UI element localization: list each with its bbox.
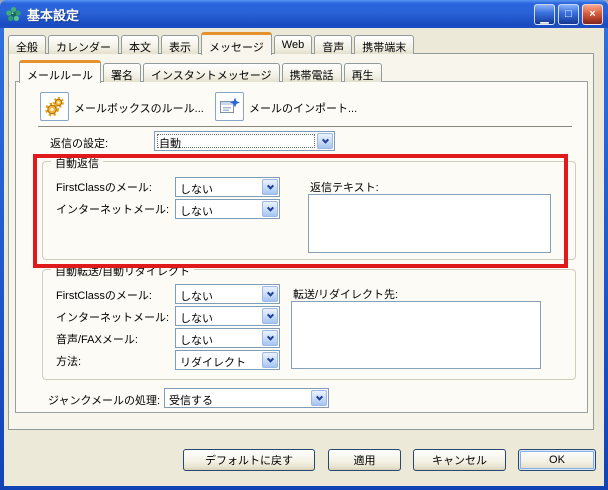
- cancel-button[interactable]: キャンセル: [413, 449, 506, 471]
- junk-mail-select[interactable]: 受信する: [164, 388, 329, 408]
- tab-display[interactable]: 表示: [161, 35, 199, 54]
- auto-reply-internet-select[interactable]: しない: [175, 199, 280, 219]
- internet-mail-label: インターネットメール:: [56, 201, 169, 217]
- reply-setting-label: 返信の設定:: [50, 135, 108, 151]
- chevron-down-icon[interactable]: [311, 390, 327, 406]
- forward-voicefax-select[interactable]: しない: [175, 328, 280, 348]
- tab-instant-message[interactable]: インスタントメッセージ: [143, 63, 280, 82]
- auto-reply-group-title: 自動返信: [51, 155, 103, 171]
- close-button[interactable]: ×: [582, 4, 603, 25]
- inner-tab-strip: メールルール 署名 インスタントメッセージ 携帯電話 再生: [19, 58, 384, 82]
- outer-tab-strip: 全般 カレンダー 本文 表示 メッセージ Web 音声 携帯端末: [8, 31, 416, 54]
- app-icon: [5, 6, 22, 23]
- restore-defaults-label: デフォルトに戻す: [205, 452, 293, 468]
- mail-import-label[interactable]: メールのインポート...: [249, 100, 357, 116]
- auto-forward-group-title: 自動転送/自動リダイレクト: [51, 263, 194, 279]
- voice-fax-mail-label: 音声/FAXメール:: [56, 331, 138, 347]
- mail-import-button[interactable]: [215, 92, 244, 121]
- auto-reply-group: 自動返信 FirstClassのメール: しない インターネットメール: しない…: [42, 161, 576, 260]
- maximize-icon: □: [565, 8, 572, 20]
- mailbox-rules-button[interactable]: [40, 92, 69, 121]
- minimize-icon: ▁: [540, 11, 548, 24]
- focus-rect: [157, 134, 315, 148]
- auto-reply-firstclass-value: しない: [180, 181, 213, 197]
- chevron-down-icon[interactable]: [262, 201, 278, 217]
- tab-body-text[interactable]: 本文: [121, 35, 159, 54]
- tab-message[interactable]: メッセージ: [201, 32, 272, 55]
- auto-reply-internet-value: しない: [180, 203, 213, 219]
- junk-mail-value: 受信する: [169, 392, 213, 408]
- minimize-button[interactable]: ▁: [534, 4, 555, 25]
- toolbar-divider: [38, 126, 572, 127]
- apply-label: 適用: [354, 452, 376, 468]
- reply-setting-select[interactable]: 自動: [154, 131, 335, 151]
- cancel-label: キャンセル: [432, 452, 487, 468]
- mail-import-icon: [218, 95, 242, 119]
- dialog-body: 全般 カレンダー 本文 表示 メッセージ Web 音声 携帯端末 メールルール …: [4, 28, 604, 486]
- junk-mail-label: ジャンクメールの処理:: [48, 392, 160, 408]
- internet-mail-label: インターネットメール:: [56, 309, 169, 325]
- tab-calendar[interactable]: カレンダー: [48, 35, 119, 54]
- mailbox-rules-label[interactable]: メールボックスのルール...: [74, 100, 204, 116]
- tab-mail-rules[interactable]: メールルール: [19, 60, 101, 83]
- tab-mobile-device[interactable]: 携帯端末: [354, 35, 414, 54]
- forward-target-input[interactable]: [291, 301, 541, 369]
- window-title: 基本設定: [27, 5, 531, 24]
- chevron-down-icon[interactable]: [262, 286, 278, 302]
- auto-forward-group: 自動転送/自動リダイレクト FirstClassのメール: しない インターネッ…: [42, 269, 576, 380]
- forward-method-value: リダイレクト: [180, 354, 246, 370]
- reply-text-label: 返信テキスト:: [310, 179, 379, 195]
- restore-defaults-button[interactable]: デフォルトに戻す: [183, 449, 315, 471]
- chevron-down-icon[interactable]: [262, 179, 278, 195]
- tab-signature[interactable]: 署名: [103, 63, 141, 82]
- close-icon: ×: [589, 8, 595, 20]
- mail-rules-page: メールボックスのルール... メールのインポート...: [15, 81, 588, 413]
- forward-target-label: 転送/リダイレクト先:: [293, 286, 398, 302]
- forward-method-select[interactable]: リダイレクト: [175, 350, 280, 370]
- tab-general[interactable]: 全般: [8, 35, 46, 54]
- forward-firstclass-select[interactable]: しない: [175, 284, 280, 304]
- apply-button[interactable]: 適用: [328, 449, 401, 471]
- tab-voice[interactable]: 音声: [314, 35, 352, 54]
- tab-web[interactable]: Web: [274, 35, 312, 54]
- gears-icon: [43, 95, 67, 119]
- ok-button[interactable]: OK: [518, 449, 596, 471]
- firstclass-mail-label: FirstClassのメール:: [56, 179, 152, 195]
- chevron-down-icon[interactable]: [262, 308, 278, 324]
- ok-label: OK: [549, 454, 565, 466]
- chevron-down-icon[interactable]: [262, 352, 278, 368]
- forward-firstclass-value: しない: [180, 288, 213, 304]
- chevron-down-icon[interactable]: [262, 330, 278, 346]
- method-label: 方法:: [56, 353, 81, 369]
- tab-playback[interactable]: 再生: [344, 63, 382, 82]
- forward-voicefax-value: しない: [180, 332, 213, 348]
- titlebar[interactable]: 基本設定 ▁ □ ×: [0, 0, 608, 28]
- preferences-window: 基本設定 ▁ □ × 全般 カレンダー 本文 表示 メッセージ Web 音声 携…: [0, 0, 608, 490]
- forward-internet-value: しない: [180, 310, 213, 326]
- auto-reply-firstclass-select[interactable]: しない: [175, 177, 280, 197]
- tab-mobile-phone[interactable]: 携帯電話: [282, 63, 342, 82]
- chevron-down-icon[interactable]: [317, 133, 333, 149]
- forward-internet-select[interactable]: しない: [175, 306, 280, 326]
- maximize-button[interactable]: □: [558, 4, 579, 25]
- message-tab-page: メールルール 署名 インスタントメッセージ 携帯電話 再生: [8, 53, 594, 430]
- reply-text-input[interactable]: [308, 194, 551, 253]
- firstclass-mail-label: FirstClassのメール:: [56, 287, 152, 303]
